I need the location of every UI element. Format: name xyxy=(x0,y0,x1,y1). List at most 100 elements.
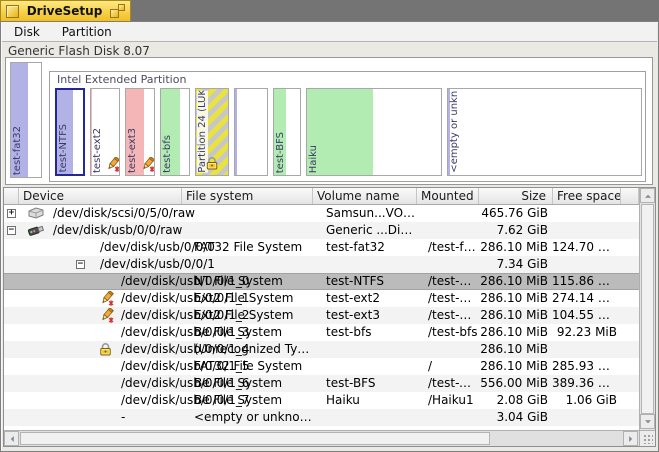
volume-name-cell: test-ext3 xyxy=(326,307,416,324)
free-space-cell: 389.36 MiB xyxy=(552,375,617,392)
file-system-cell: Ext2 File System xyxy=(194,307,312,324)
device-path: /dev/disk/usb/0/0/raw xyxy=(53,222,182,239)
column-header-device[interactable]: Device xyxy=(19,188,182,204)
scroll-left-button[interactable] xyxy=(4,431,19,446)
scroll-down-button[interactable] xyxy=(640,414,655,429)
extended-partition-group[interactable]: Intel Extended Partitiontest-NTFStest-ex… xyxy=(49,71,646,182)
column-header-spacer[interactable] xyxy=(621,188,639,204)
column-header-volume-name[interactable]: Volume name xyxy=(313,188,417,204)
pencil-icon xyxy=(140,157,155,176)
free-space-cell: 124.70 MiB xyxy=(552,239,617,256)
partition-box[interactable]: Partition 24 (LUKS enc… xyxy=(195,88,229,176)
table-header: DeviceFile systemVolume nameMounted atSi… xyxy=(4,188,639,205)
size-cell: 286.10 MiB xyxy=(474,239,548,256)
file-system-cell: FAT32 File System xyxy=(194,239,312,256)
volume-name-cell: test-fat32 xyxy=(326,239,416,256)
window-title-tab[interactable]: DriveSetup xyxy=(0,0,131,21)
size-cell: 286.10 MiB xyxy=(474,307,548,324)
file-system-cell: (Unrecognized Type 0xe8) xyxy=(194,341,312,358)
arrow-up-icon xyxy=(645,191,651,197)
partition-box[interactable]: test-fat32 xyxy=(10,62,42,178)
column-header-size[interactable]: Size xyxy=(479,188,553,204)
mounted-at-cell: /Haiku1 xyxy=(428,392,478,409)
file-system-cell: Be File System xyxy=(194,375,312,392)
partition-used-fill xyxy=(235,89,237,175)
device-path: /dev/disk/usb/0/0/1 xyxy=(100,256,215,273)
table-row[interactable]: /dev/disk/usb/0/0/1_5FAT32 File System/2… xyxy=(4,358,639,375)
drivesetup-window: DriveSetup Disk Partition Generic Flash D… xyxy=(0,0,659,452)
table-row[interactable]: /dev/disk/usb/0/0/1_4(Unrecognized Type … xyxy=(4,341,639,358)
column-header-file-system[interactable]: File system xyxy=(182,188,313,204)
arrow-right-icon xyxy=(629,436,635,442)
free-space-cell: 115.86 MiB xyxy=(552,273,617,290)
expand-icon[interactable]: + xyxy=(7,209,16,218)
column-header-spacer[interactable] xyxy=(4,188,19,204)
table-row[interactable]: /dev/disk/usb/0/0/1_7Be File SystemHaiku… xyxy=(4,392,639,409)
partition-box[interactable]: test-NTFS xyxy=(55,88,85,176)
table-row[interactable]: /dev/disk/usb/0/0/1_6Be File Systemtest-… xyxy=(4,375,639,392)
partition-box[interactable]: test-ext2 xyxy=(90,88,120,176)
collapse-icon[interactable]: − xyxy=(7,226,16,235)
partition-label: test-BFS xyxy=(275,132,286,173)
mounted-at-cell: /test-ext3 xyxy=(428,307,478,324)
lock-icon xyxy=(206,155,219,174)
size-cell: 2.08 GiB xyxy=(474,392,548,409)
disk-view-panel: test-fat32 Intel Extended Partitiontest-N… xyxy=(5,57,653,185)
file-system-cell: Be File System xyxy=(194,324,312,341)
volume-name-cell: test-bfs xyxy=(326,324,416,341)
column-header-mounted-at[interactable]: Mounted at xyxy=(417,188,479,204)
mounted-at-cell: /test-NTFS xyxy=(428,273,478,290)
free-space-cell: 104.55 MiB xyxy=(552,307,617,324)
table-rows: +/dev/disk/scsi/0/5/0/rawSamsun...VO 500… xyxy=(4,205,639,426)
mounted-at-cell: /test-bfs xyxy=(428,324,478,341)
column-header-free-space[interactable]: Free space xyxy=(553,188,621,204)
collapse-icon[interactable]: − xyxy=(76,260,85,269)
horizontal-scrollbar[interactable] xyxy=(4,430,639,446)
scroll-up-button[interactable] xyxy=(640,188,655,203)
partition-box[interactable] xyxy=(234,88,268,176)
menu-disk[interactable]: Disk xyxy=(14,25,40,39)
window-title: DriveSetup xyxy=(19,4,110,18)
table-row[interactable]: − /dev/disk/usb/0/0/1 7.34 GiB xyxy=(4,256,639,273)
mounted-at-cell: / xyxy=(428,358,478,375)
partition-box[interactable]: test-ext3 xyxy=(125,88,155,176)
table-row[interactable]: -<empty or unknown>3.04 GiB xyxy=(4,409,639,426)
table-row[interactable]: +/dev/disk/scsi/0/5/0/rawSamsun...VO 500… xyxy=(4,205,639,222)
table-row[interactable]: −/dev/disk/usb/0/0/rawGeneric ...Disk 8.… xyxy=(4,222,639,239)
partition-box[interactable]: test-bfs xyxy=(160,88,190,176)
menu-partition[interactable]: Partition xyxy=(62,25,112,39)
table-row[interactable]: /dev/disk/usb/0/0/1_1Ext2 File Systemtes… xyxy=(4,290,639,307)
volume-name-cell: Samsun...VO 500G xyxy=(326,205,416,222)
table-row[interactable]: /dev/disk/usb/0/0/1_0NT File Systemtest-… xyxy=(4,273,639,290)
table-row[interactable]: /dev/disk/usb/0/0/1_3Be File Systemtest-… xyxy=(4,324,639,341)
disk-description-label: Generic Flash Disk 8.07 xyxy=(8,44,150,58)
pencil-icon xyxy=(105,157,120,176)
menu-bar: Disk Partition xyxy=(2,22,657,42)
size-cell: 7.34 GiB xyxy=(474,256,548,273)
horizontal-scroll-thumb[interactable] xyxy=(20,432,490,445)
size-cell: 465.76 GiB xyxy=(474,205,548,222)
zoom-button[interactable] xyxy=(110,4,125,18)
partition-box[interactable]: <empty or unknown> xyxy=(447,88,642,176)
partition-label: test-fat32 xyxy=(12,126,23,175)
device-path: - xyxy=(121,409,125,426)
close-button[interactable] xyxy=(6,5,19,18)
zoom-icon-small xyxy=(118,4,125,11)
arrow-left-icon xyxy=(7,436,13,442)
partition-label: test-ext2 xyxy=(92,128,103,173)
size-cell: 286.10 MiB xyxy=(474,273,548,290)
vertical-scroll-thumb[interactable] xyxy=(641,204,654,414)
partition-box[interactable]: Haiku xyxy=(306,88,442,176)
mounted-at-cell: /test-ext2 xyxy=(428,290,478,307)
free-space-cell: 92.23 MiB xyxy=(552,324,617,341)
table-row[interactable]: /dev/disk/usb/0/0/1_2Ext2 File Systemtes… xyxy=(4,307,639,324)
partition-box[interactable]: test-BFS xyxy=(273,88,301,176)
size-cell: 286.10 MiB xyxy=(474,290,548,307)
free-space-cell: 274.14 MiB xyxy=(552,290,617,307)
resize-grip[interactable] xyxy=(639,430,655,446)
vertical-scrollbar[interactable] xyxy=(639,188,655,430)
partition-label: <empty or unknown> xyxy=(449,91,460,173)
scroll-right-button[interactable] xyxy=(623,431,638,446)
table-row[interactable]: /dev/disk/usb/0/0/0FAT32 File Systemtest… xyxy=(4,239,639,256)
volume-name-cell: test-ext2 xyxy=(326,290,416,307)
